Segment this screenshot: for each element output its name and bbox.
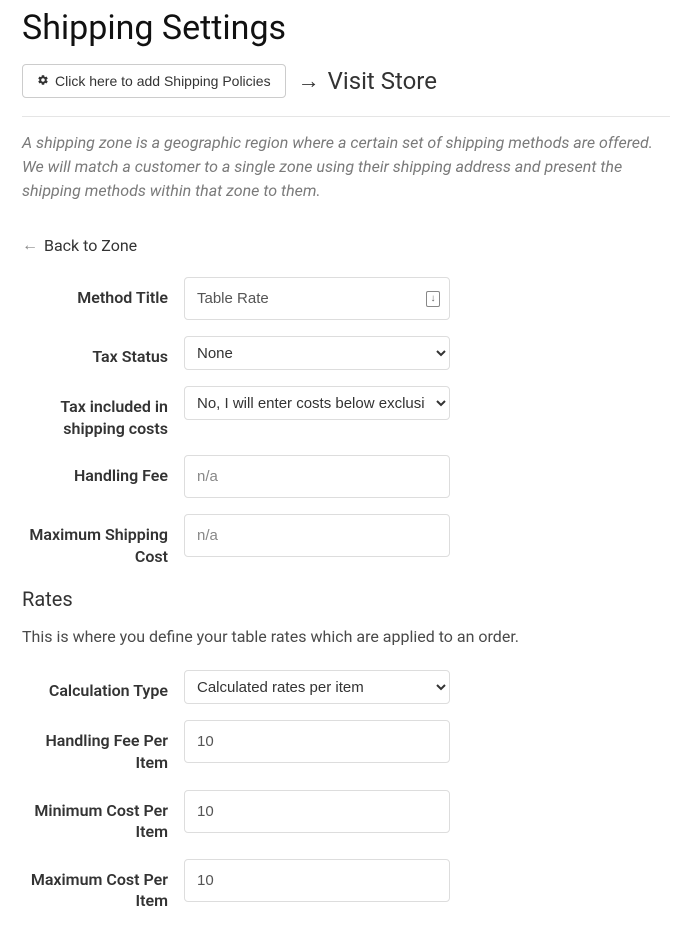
tax-included-label: Tax included in shipping costs <box>22 386 168 439</box>
max-cost-per-item-input[interactable] <box>184 859 450 902</box>
shipping-zone-description: A shipping zone is a geographic region w… <box>22 131 670 203</box>
max-shipping-cost-row: Maximum Shipping Cost <box>22 514 670 567</box>
arrow-left-icon: ← <box>22 235 38 255</box>
add-shipping-policies-label: Click here to add Shipping Policies <box>55 73 271 89</box>
back-to-zone-label: Back to Zone <box>44 236 137 255</box>
tax-status-row: Tax Status None <box>22 336 670 370</box>
max-shipping-cost-label: Maximum Shipping Cost <box>22 514 168 567</box>
handling-fee-row: Handling Fee <box>22 455 670 498</box>
max-cost-per-item-row: Maximum Cost Per Item <box>22 859 670 912</box>
method-title-row: Method Title ↓ <box>22 277 670 320</box>
handling-fee-per-item-input[interactable] <box>184 720 450 763</box>
rates-description: This is where you define your table rate… <box>22 627 670 646</box>
calc-type-label: Calculation Type <box>22 670 168 702</box>
tax-included-row: Tax included in shipping costs No, I wil… <box>22 386 670 439</box>
arrow-right-icon: → <box>298 68 320 94</box>
min-cost-per-item-row: Minimum Cost Per Item <box>22 790 670 843</box>
method-title-input[interactable] <box>184 277 450 320</box>
min-cost-per-item-label: Minimum Cost Per Item <box>22 790 168 843</box>
add-shipping-policies-button[interactable]: Click here to add Shipping Policies <box>22 64 286 98</box>
calc-type-select[interactable]: Calculated rates per item <box>184 670 450 704</box>
handling-fee-label: Handling Fee <box>22 455 168 487</box>
handling-fee-input[interactable] <box>184 455 450 498</box>
tax-status-label: Tax Status <box>22 336 168 368</box>
rates-title: Rates <box>22 587 670 611</box>
gear-icon <box>37 73 49 89</box>
max-shipping-cost-input[interactable] <box>184 514 450 557</box>
header-actions: Click here to add Shipping Policies → Vi… <box>22 64 670 98</box>
min-cost-per-item-input[interactable] <box>184 790 450 833</box>
calc-type-row: Calculation Type Calculated rates per it… <box>22 670 670 704</box>
tax-status-select[interactable]: None <box>184 336 450 370</box>
visit-store-label: Visit Store <box>328 67 437 95</box>
back-to-zone-link[interactable]: ← Back to Zone <box>22 235 137 255</box>
handling-fee-per-item-label: Handling Fee Per Item <box>22 720 168 773</box>
tax-included-select[interactable]: No, I will enter costs below exclusive o… <box>184 386 450 420</box>
divider <box>22 116 670 117</box>
visit-store-link[interactable]: → Visit Store <box>298 67 437 95</box>
method-title-label: Method Title <box>22 277 168 309</box>
autofill-icon: ↓ <box>426 291 440 307</box>
max-cost-per-item-label: Maximum Cost Per Item <box>22 859 168 912</box>
handling-fee-per-item-row: Handling Fee Per Item <box>22 720 670 773</box>
page-title: Shipping Settings <box>22 8 670 48</box>
